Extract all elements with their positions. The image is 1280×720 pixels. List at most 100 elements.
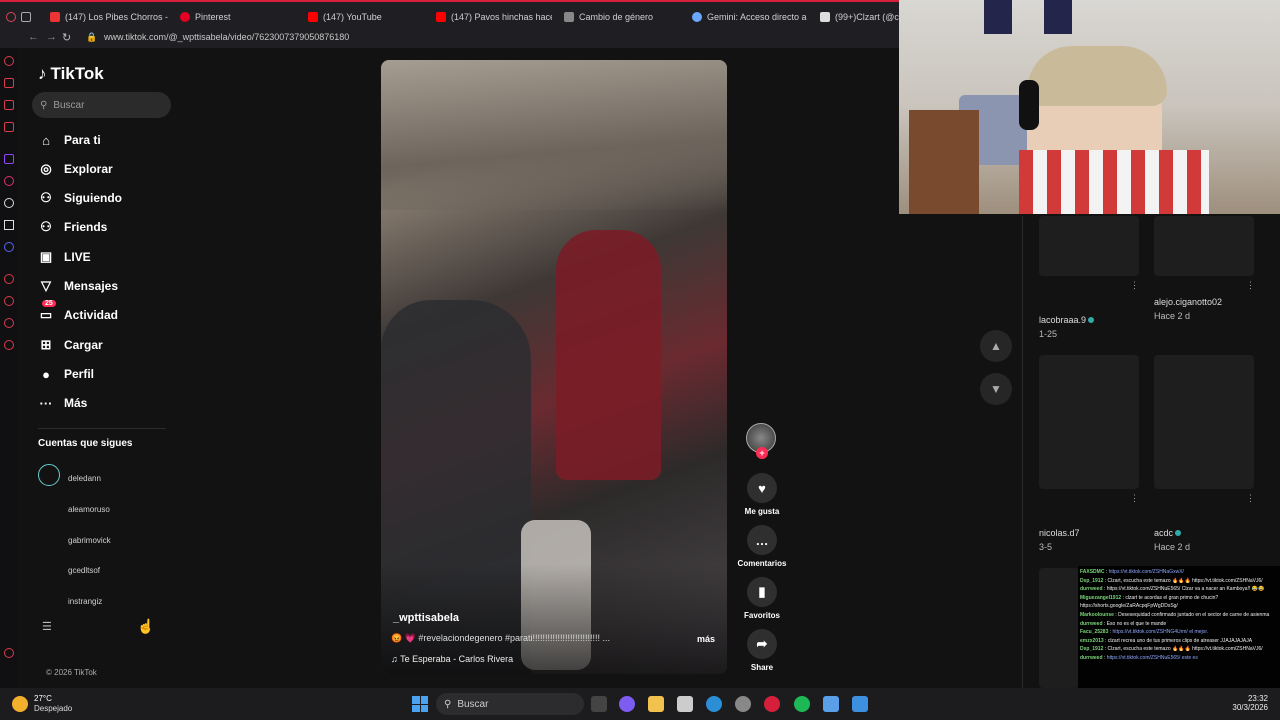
forward-arrow-icon[interactable]: → [46,31,57,43]
video-author[interactable]: lacobraaa.9 [1039,315,1095,325]
nav-item-explorar[interactable]: ◎ Explorar [38,158,112,180]
hamburger-menu-icon[interactable]: ☰ [42,620,52,633]
weather-moon-icon[interactable] [12,696,28,712]
wall-poster [984,0,1012,34]
following-account[interactable]: gcedltsof [68,566,100,575]
twitch-icon[interactable] [4,154,14,164]
chat-message: Markoolounse : Desesequidad confirmado j… [1080,611,1270,618]
sidebar-app-icon[interactable] [4,56,14,66]
following-account[interactable]: instrangiz [68,597,102,606]
following-account[interactable]: deledann [68,474,101,483]
video-thumbnail[interactable] [1154,355,1254,489]
task-view-icon[interactable] [591,696,607,712]
nav-item-para-ti[interactable]: ⌂ Para ti [38,129,101,151]
video-thumbnail[interactable] [1039,216,1139,276]
more-options-icon[interactable]: ⋮ [1246,493,1255,504]
sidebar-app-icon[interactable] [4,318,14,328]
following-account[interactable]: aleamoruso [68,505,110,514]
sidebar-app-icon[interactable] [4,648,14,658]
sidebar-app-icon[interactable] [4,274,14,284]
address-bar: ← → ↻ 🔒 www.tiktok.com/@_wpttisabela/vid… [0,28,900,48]
more-options-icon[interactable]: ⋮ [1130,280,1139,291]
browser-tab[interactable]: Pinterest [180,8,298,26]
system-clock[interactable]: 23:32 30/3/2026 [1232,694,1268,712]
reload-icon[interactable]: ↻ [62,31,71,44]
profile-icon: ● [42,366,50,382]
windows-start-icon[interactable] [412,696,428,712]
x-icon[interactable] [4,220,14,230]
discord-icon[interactable] [4,242,14,252]
file-explorer-icon[interactable] [648,696,664,712]
settings-icon[interactable] [4,340,14,350]
music-note-icon: ♫ [391,654,401,664]
follow-plus-icon[interactable]: + [756,447,768,459]
edge-icon[interactable] [706,696,722,712]
comment-button[interactable]: … Comentarios [730,525,794,568]
browser-tab[interactable]: Cambio de género [564,8,682,26]
avatar[interactable] [38,464,60,486]
app-icon[interactable] [852,696,868,712]
tiktok-logo[interactable]: ♪ TikTok [38,64,104,84]
taskbar-search-input[interactable]: ⚲ Buscar [436,693,584,715]
tiktok-icon[interactable] [4,198,14,208]
sidebar-app-icon[interactable] [4,100,14,110]
following-section-title: Cuentas que sigues [38,438,133,449]
search-icon: ⚲ [444,698,452,710]
browser-menu-icon[interactable] [6,8,42,26]
mouse-cursor-icon: ☝ [137,618,155,634]
instagram-icon[interactable] [4,176,14,186]
video-thumbnail[interactable] [1039,568,1079,688]
copilot-icon[interactable] [619,696,635,712]
store-icon[interactable] [677,696,693,712]
more-options-icon[interactable]: ⋮ [1246,280,1255,291]
share-button[interactable]: ➦ Share [730,629,794,672]
video-player[interactable]: _wpttisabela 😡 💗 #revelaciondegenero #pa… [381,60,727,674]
video-author[interactable]: acdc [1154,528,1182,538]
heart-icon: ♥ [747,473,777,503]
settings-icon[interactable] [735,696,751,712]
video-thumbnail[interactable] [1154,216,1254,276]
opera-gx-icon[interactable] [764,696,780,712]
like-button[interactable]: ♥ Me gusta [730,473,794,516]
more-options-icon[interactable]: ⋮ [1130,493,1139,504]
nav-item-live[interactable]: ▣ LIVE [38,246,91,268]
chevron-down-icon[interactable]: ▼ [980,373,1012,405]
video-thumbnail[interactable] [1039,355,1139,489]
sidebar-app-icon[interactable] [4,122,14,132]
browser-tab[interactable]: (147) Los Pibes Chorros - [50,8,168,26]
chat-message: Dsp_1912 : Clzart, escucha este temazo 🔥… [1080,577,1263,584]
url-field[interactable]: www.tiktok.com/@_wpttisabela/video/76230… [104,32,349,42]
more-link[interactable]: más [697,634,715,644]
nav-item-perfil[interactable]: ● Perfil [38,363,94,385]
search-input[interactable]: ⚲ Buscar [32,92,171,118]
copyright-text: © 2026 TikTok [46,668,97,677]
spotify-icon[interactable] [794,696,810,712]
video-author[interactable]: nicolas.d7 [1039,528,1080,538]
pinterest-icon [180,12,190,22]
favorite-button[interactable]: ▮ Favoritos [730,577,794,620]
video-music[interactable]: ♫ Te Esperaba - Carlos Rivera [391,654,513,664]
live-icon: ▣ [39,249,53,264]
browser-tab[interactable]: Gemini: Acceso directo a [692,8,808,26]
online-indicator-icon [1088,317,1095,323]
back-arrow-icon[interactable]: ← [28,31,39,43]
video-author[interactable]: alejo.ciganotto02 [1154,297,1222,307]
browser-tab-active[interactable]: (99+)Clzart (@cl [820,8,900,26]
chevron-up-icon[interactable]: ▲ [980,330,1012,362]
nav-item-mensajes[interactable]: ▽ Mensajes [38,275,118,297]
browser-tab[interactable]: (147) Pavos hinchas hace [436,8,552,26]
video-author[interactable]: _wpttisabela [393,612,459,624]
nav-item-actividad[interactable]: ▭ 25 Actividad [38,300,118,326]
nav-item-cargar[interactable]: ⊞ Cargar [38,334,103,356]
video-meta: Hace 2 d [1154,542,1191,552]
nav-item-mas[interactable]: ··· Más [38,392,88,414]
nav-item-friends[interactable]: ⚇ Friends [38,216,107,238]
bookmark-icon: ▮ [747,577,777,607]
notepad-icon[interactable] [823,696,839,712]
browser-tab[interactable]: (147) YouTube [308,8,426,26]
following-account[interactable]: gabrimovick [68,536,111,545]
clock-icon[interactable] [4,296,14,306]
browser-sidebar [0,48,18,688]
nav-item-siguiendo[interactable]: ⚇ Siguiendo [38,187,122,209]
sidebar-app-icon[interactable] [4,78,14,88]
